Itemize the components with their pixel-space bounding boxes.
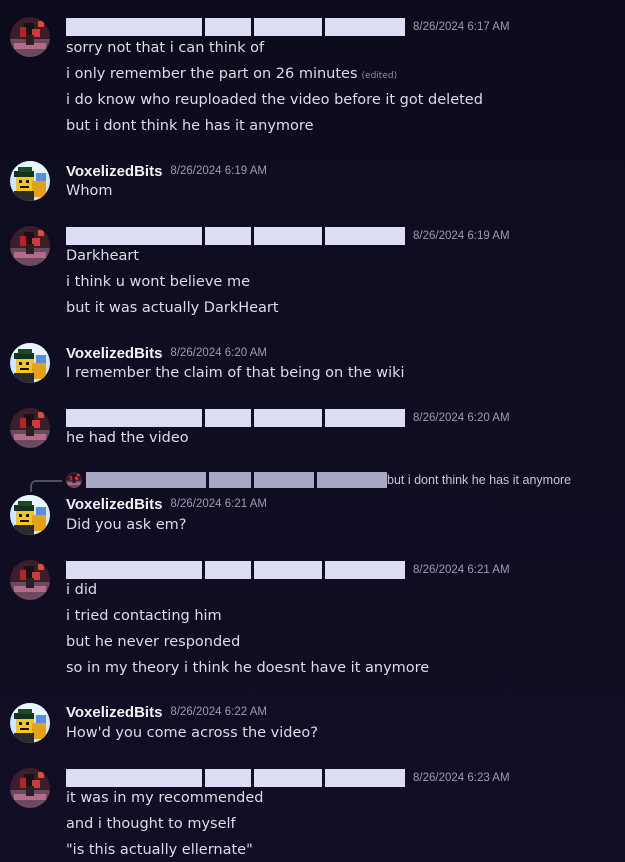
message-text: I remember the claim of that being on th…	[66, 365, 405, 381]
timestamp: 8/26/2024 6:23 AM	[413, 772, 510, 784]
message-text: i only remember the part on 26 minutes (e…	[66, 66, 398, 82]
message-text: so in my theory i think he doesnt have i…	[66, 660, 430, 676]
message-text: i think u wont believe me	[66, 274, 251, 290]
message-text: he had the video	[66, 430, 189, 446]
message-text: but i dont think he has it anymore	[66, 118, 314, 134]
redacted-user-avatar[interactable]	[10, 226, 50, 266]
timestamp: 8/26/2024 6:20 AM	[413, 412, 510, 424]
redacted-user-avatar[interactable]	[10, 408, 50, 448]
redacted-username[interactable]	[66, 18, 405, 36]
message-text: Did you ask em?	[66, 517, 187, 533]
timestamp: 8/26/2024 6:19 AM	[170, 165, 267, 177]
voxelizedbits-avatar[interactable]	[10, 495, 50, 535]
message-text: sorry not that i can think of	[66, 40, 265, 56]
reply-spine	[30, 480, 62, 492]
voxelizedbits-avatar[interactable]	[10, 703, 50, 743]
redacted-user-avatar[interactable]	[10, 768, 50, 808]
message-text: it was in my recommended	[66, 790, 264, 806]
reply-redacted-username[interactable]	[86, 472, 387, 488]
message-text: "is this actually ellernate"	[66, 842, 253, 858]
timestamp: 8/26/2024 6:19 AM	[413, 230, 510, 242]
message-text: and i thought to myself	[66, 816, 236, 832]
voxelizedbits-avatar[interactable]	[10, 161, 50, 201]
redacted-user-avatar[interactable]	[10, 560, 50, 600]
timestamp: 8/26/2024 6:17 AM	[413, 21, 510, 33]
message-text: i tried contacting him	[66, 608, 222, 624]
message-text: i did	[66, 582, 98, 598]
timestamp: 8/26/2024 6:22 AM	[170, 706, 267, 718]
redacted-user-avatar[interactable]	[10, 17, 50, 57]
message-text: but it was actually DarkHeart	[66, 300, 279, 316]
username[interactable]: VoxelizedBits	[66, 345, 162, 362]
message-text: Darkheart	[66, 248, 140, 264]
message-text: but he never responded	[66, 634, 241, 650]
redacted-username[interactable]	[66, 561, 405, 579]
message-text: i do know who reuploaded the video befor…	[66, 92, 483, 108]
timestamp: 8/26/2024 6:20 AM	[170, 347, 267, 359]
redacted-username[interactable]	[66, 409, 405, 427]
timestamp: 8/26/2024 6:21 AM	[170, 498, 267, 510]
reply-avatar-icon[interactable]	[66, 472, 82, 488]
message-text: Whom	[66, 183, 113, 199]
username[interactable]: VoxelizedBits	[66, 704, 162, 721]
timestamp: 8/26/2024 6:21 AM	[413, 564, 510, 576]
voxelizedbits-avatar[interactable]	[10, 343, 50, 383]
username[interactable]: VoxelizedBits	[66, 163, 162, 180]
message-text: How'd you come across the video?	[66, 725, 318, 741]
redacted-username[interactable]	[66, 227, 405, 245]
redacted-username[interactable]	[66, 769, 405, 787]
reply-preview[interactable]: but i dont think he has it anymore	[387, 472, 571, 488]
username[interactable]: VoxelizedBits	[66, 496, 162, 513]
edited-label: (edited)	[361, 71, 398, 81]
